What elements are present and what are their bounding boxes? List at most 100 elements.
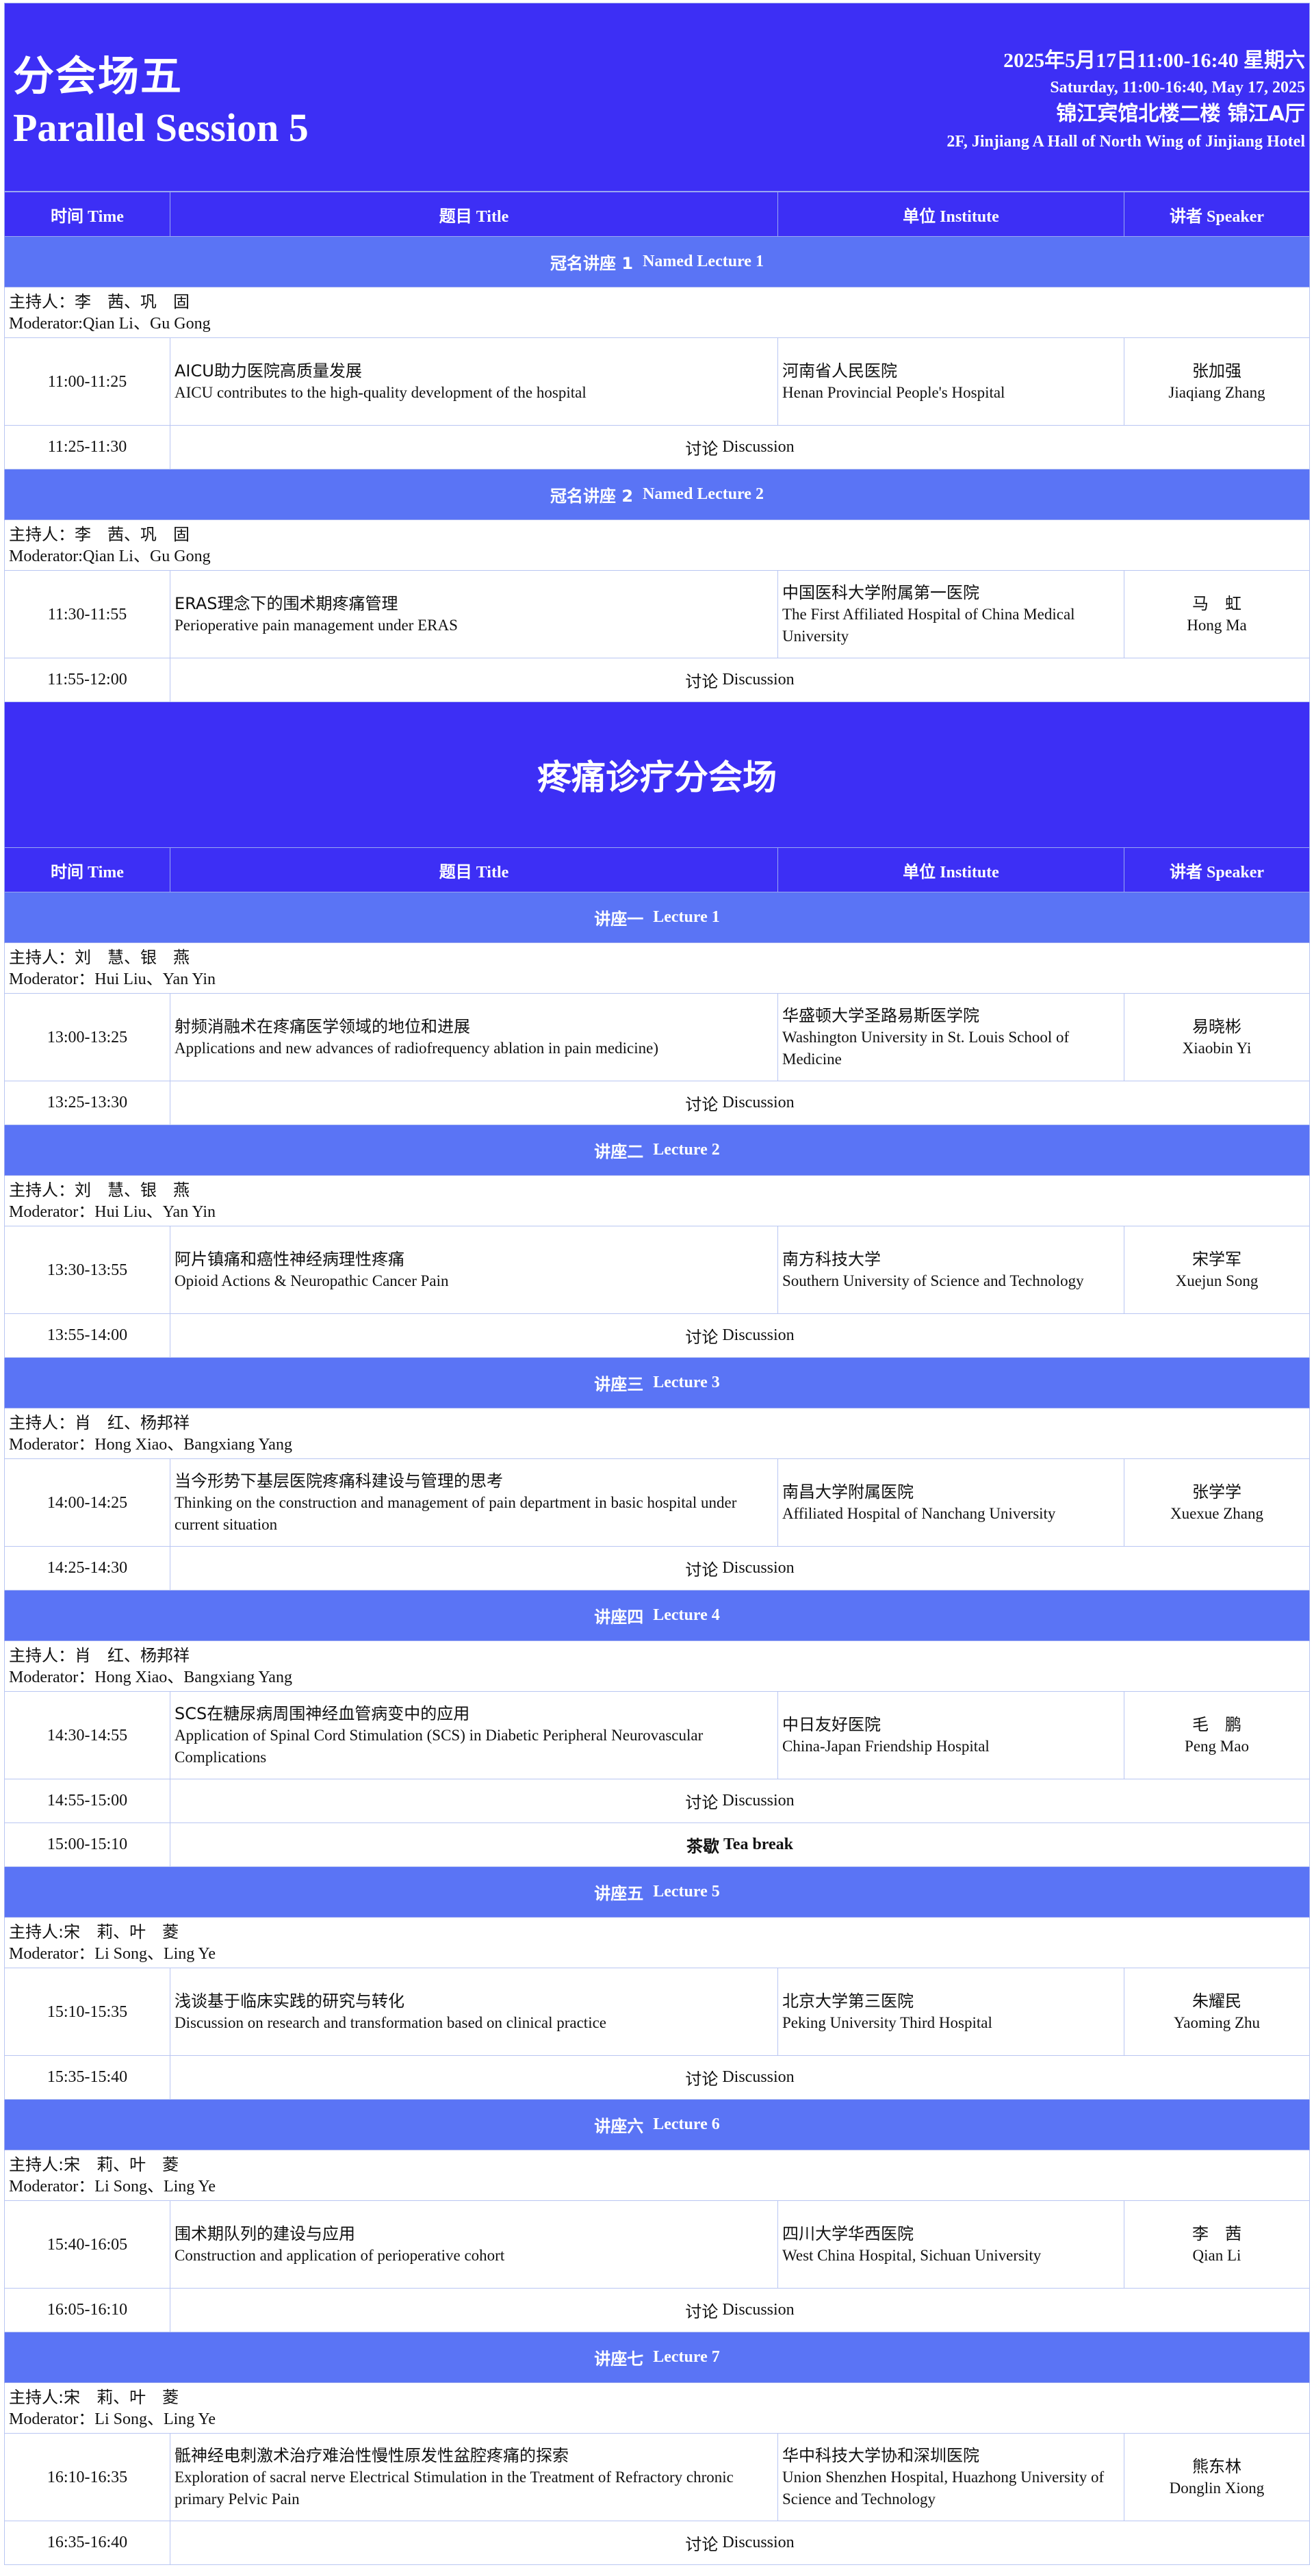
discussion-label: 讨论 Discussion xyxy=(170,2056,1309,2099)
speaker-en: Donglin Xiong xyxy=(1169,2479,1265,2497)
discussion-time: 13:25-13:30 xyxy=(5,1081,170,1124)
speaker-en: Jiaqiang Zhang xyxy=(1168,383,1265,401)
talk-title-zh: ERAS理念下的围术期疼痛管理 xyxy=(175,593,398,613)
talk-institute: 河南省人民医院 Henan Provincial People's Hospit… xyxy=(778,338,1124,425)
discussion-row: 11:55-12:00 讨论 Discussion xyxy=(4,658,1310,702)
session-venue-zh: 锦江宾馆北楼二楼 锦江A厅 xyxy=(1056,102,1305,126)
talk-title: 浅谈基于临床实践的研究与转化 Discussion on research an… xyxy=(170,1968,778,2055)
lecture-block: 冠名讲座 1 Named Lecture 1 主持人：李 茜、巩 固 Moder… xyxy=(4,237,1310,469)
talk-row: 14:00-14:25 当今形势下基层医院疼痛科建设与管理的思考 Thinkin… xyxy=(4,1459,1310,1547)
talk-time: 15:10-15:35 xyxy=(5,1968,170,2055)
schedule-page: 分会场五 Parallel Session 5 2025年5月17日11:00-… xyxy=(4,0,1310,2565)
talk-title: 围术期队列的建设与应用 Construction and application… xyxy=(170,2201,778,2288)
lecture-label-en: Lecture 1 xyxy=(653,908,720,926)
discussion-label-zh: 讨论 xyxy=(685,672,719,691)
discussion-label: 讨论 Discussion xyxy=(170,1081,1309,1124)
lecture-block: 讲座六 Lecture 6 主持人:宋 莉、叶 菱 Moderator：Li S… xyxy=(4,2100,1310,2332)
moderator-en: Moderator：Li Song、Ling Ye xyxy=(9,1944,216,1963)
talk-institute: 华盛顿大学圣路易斯医学院 Washington University in St… xyxy=(778,994,1124,1081)
talk-row: 11:30-11:55 ERAS理念下的围术期疼痛管理 Perioperativ… xyxy=(4,571,1310,658)
talk-time: 11:00-11:25 xyxy=(5,338,170,425)
institute-en: The First Affiliated Hospital of China M… xyxy=(782,605,1075,645)
lecture-bar: 讲座七 Lecture 7 xyxy=(4,2332,1310,2383)
discussion-time: 14:55-15:00 xyxy=(5,1779,170,1822)
pain-lectures: 讲座一 Lecture 1 主持人：刘 慧、银 燕 Moderator：Hui … xyxy=(4,892,1310,2565)
talk-time: 11:30-11:55 xyxy=(5,571,170,658)
institute-en: Peking University Third Hospital xyxy=(782,2013,992,2031)
lecture-label-en: Lecture 3 xyxy=(653,1374,720,1391)
talk-time: 15:40-16:05 xyxy=(5,2201,170,2288)
talk-speaker: 张学学 Xuexue Zhang xyxy=(1124,1459,1309,1546)
moderator-zh: 主持人：李 茜、巩 固 xyxy=(9,524,190,544)
speaker-en: Xiaobin Yi xyxy=(1182,1039,1252,1057)
moderator: 主持人：李 茜、巩 固 Moderator:Qian Li、Gu Gong xyxy=(4,287,1310,338)
discussion-label-zh: 讨论 xyxy=(685,1793,719,1812)
discussion-label-en: Discussion xyxy=(722,1559,795,1577)
institute-en: Henan Provincial People's Hospital xyxy=(782,383,1005,401)
lecture-label-zh: 讲座一 xyxy=(594,910,644,929)
talk-title-en: Construction and application of perioper… xyxy=(175,2246,505,2264)
lecture-label-zh: 讲座五 xyxy=(594,1884,644,1903)
talk-title-en: Opioid Actions & Neuropathic Cancer Pain xyxy=(175,1272,449,1289)
talk-institute: 南昌大学附属医院 Affiliated Hospital of Nanchang… xyxy=(778,1459,1124,1546)
discussion-time: 11:25-11:30 xyxy=(5,426,170,469)
speaker-en: Xuexue Zhang xyxy=(1170,1504,1264,1522)
column-header: 时间 Time 题目 Title 单位 Institute 讲者 Speaker xyxy=(4,847,1310,892)
institute-zh: 华中科技大学协和深圳医院 xyxy=(782,2445,979,2465)
speaker-zh: 毛 鹏 xyxy=(1192,1714,1241,1734)
moderator: 主持人：肖 红、杨邦祥 Moderator：Hong Xiao、Bangxian… xyxy=(4,1408,1310,1459)
session-date-en: Saturday, 11:00-16:40, May 17, 2025 xyxy=(1050,79,1305,96)
talk-institute: 华中科技大学协和深圳医院 Union Shenzhen Hospital, Hu… xyxy=(778,2434,1124,2521)
institute-zh: 北京大学第三医院 xyxy=(782,1991,914,2011)
talk-title: 射频消融术在疼痛医学领域的地位和进展 Applications and new … xyxy=(170,994,778,1081)
lecture-bar: 讲座二 Lecture 2 xyxy=(4,1125,1310,1176)
lecture-block: 讲座四 Lecture 4 主持人：肖 红、杨邦祥 Moderator：Hong… xyxy=(4,1590,1310,1823)
moderator-en: Moderator：Hong Xiao、Bangxiang Yang xyxy=(9,1435,292,1454)
tea-break-row: 15:00-15:10 茶歇 Tea break xyxy=(4,1823,1310,1867)
talk-row: 16:10-16:35 骶神经电刺激术治疗难治性慢性原发性盆腔疼痛的探索 Exp… xyxy=(4,2434,1310,2521)
discussion-row: 15:35-15:40 讨论 Discussion xyxy=(4,2056,1310,2100)
tea-break-time: 15:00-15:10 xyxy=(5,1823,170,1866)
talk-title-en: Discussion on research and transformatio… xyxy=(175,2013,606,2031)
lecture-label-zh: 冠名讲座 2 xyxy=(550,487,634,506)
speaker-zh: 熊东林 xyxy=(1192,2456,1241,2476)
discussion-label-zh: 讨论 xyxy=(685,2302,719,2321)
talk-title-zh: 骶神经电刺激术治疗难治性慢性原发性盆腔疼痛的探索 xyxy=(175,2445,569,2465)
talk-speaker: 朱耀民 Yaoming Zhu xyxy=(1124,1968,1309,2055)
talk-time: 13:30-13:55 xyxy=(5,1226,170,1313)
talk-row: 15:10-15:35 浅谈基于临床实践的研究与转化 Discussion on… xyxy=(4,1968,1310,2056)
discussion-time: 14:25-14:30 xyxy=(5,1547,170,1590)
lecture-label-zh: 冠名讲座 1 xyxy=(550,254,634,273)
talk-title-en: AICU contributes to the high-quality dev… xyxy=(175,383,587,401)
lecture-label-en: Lecture 7 xyxy=(653,2348,720,2366)
discussion-label: 讨论 Discussion xyxy=(170,426,1309,469)
speaker-en: Xuejun Song xyxy=(1175,1272,1259,1289)
talk-speaker: 宋学军 Xuejun Song xyxy=(1124,1226,1309,1313)
talk-title-en: Applications and new advances of radiofr… xyxy=(175,1039,658,1057)
lecture-block: 讲座一 Lecture 1 主持人：刘 慧、银 燕 Moderator：Hui … xyxy=(4,892,1310,1125)
moderator-zh: 主持人：刘 慧、银 燕 xyxy=(9,947,190,967)
talk-row: 13:00-13:25 射频消融术在疼痛医学领域的地位和进展 Applicati… xyxy=(4,994,1310,1081)
moderator-en: Moderator:Qian Li、Gu Gong xyxy=(9,547,211,565)
institute-zh: 南昌大学附属医院 xyxy=(782,1482,914,1502)
lecture-block: 讲座七 Lecture 7 主持人:宋 莉、叶 菱 Moderator：Li S… xyxy=(4,2332,1310,2565)
institute-zh: 南方科技大学 xyxy=(782,1249,881,1269)
moderator: 主持人:宋 莉、叶 菱 Moderator：Li Song、Ling Ye xyxy=(4,2383,1310,2434)
moderator: 主持人：刘 慧、银 燕 Moderator：Hui Liu、Yan Yin xyxy=(4,1176,1310,1226)
talk-title: 当今形势下基层医院疼痛科建设与管理的思考 Thinking on the con… xyxy=(170,1459,778,1546)
talk-title: ERAS理念下的围术期疼痛管理 Perioperative pain manag… xyxy=(170,571,778,658)
lecture-label-en: Named Lecture 1 xyxy=(643,253,764,270)
speaker-zh: 朱耀民 xyxy=(1192,1991,1241,2011)
talk-time: 14:30-14:55 xyxy=(5,1692,170,1779)
talk-speaker: 张加强 Jiaqiang Zhang xyxy=(1124,338,1309,425)
institute-en: Southern University of Science and Techn… xyxy=(782,1272,1084,1289)
speaker-zh: 马 虹 xyxy=(1192,593,1241,613)
moderator-zh: 主持人：肖 红、杨邦祥 xyxy=(9,1645,190,1665)
column-header: 时间 Time 题目 Title 单位 Institute 讲者 Speaker xyxy=(4,192,1310,237)
lecture-bar: 讲座六 Lecture 6 xyxy=(4,2100,1310,2150)
lecture-block: 讲座五 Lecture 5 主持人:宋 莉、叶 菱 Moderator：Li S… xyxy=(4,1867,1310,2100)
column-speaker: 讲者 Speaker xyxy=(1170,207,1264,226)
talk-title-zh: 射频消融术在疼痛医学领域的地位和进展 xyxy=(175,1016,470,1036)
column-speaker: 讲者 Speaker xyxy=(1170,863,1264,881)
lecture-bar: 讲座四 Lecture 4 xyxy=(4,1590,1310,1641)
